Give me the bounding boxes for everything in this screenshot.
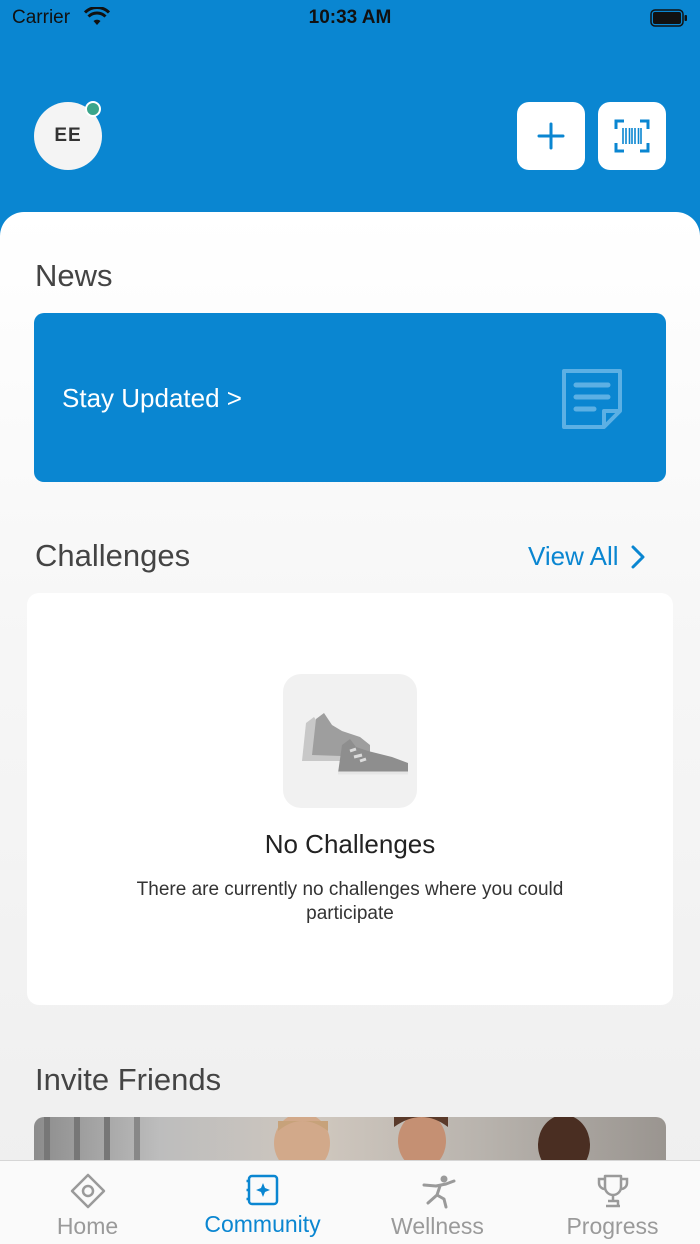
status-time: 10:33 AM: [308, 7, 392, 28]
barcode-scan-icon: [614, 119, 650, 153]
barcode-scan-button[interactable]: [598, 102, 666, 170]
tab-wellness-label: Wellness: [391, 1213, 484, 1239]
status-bar: Carrier 10:33 AM: [0, 0, 700, 36]
tab-wellness[interactable]: Wellness: [350, 1161, 525, 1244]
no-challenges-title: No Challenges: [264, 829, 436, 859]
bottom-tab-bar: Home Community Wellness Progress: [0, 1160, 700, 1244]
tab-home[interactable]: Home: [0, 1161, 175, 1244]
home-icon: [70, 1173, 105, 1209]
shoes-illustration: [283, 674, 417, 808]
trophy-icon: [597, 1174, 628, 1208]
invite-friends-title: Invite Friends: [35, 1062, 222, 1097]
news-card[interactable]: Stay Updated >: [34, 313, 666, 482]
tab-home-label: Home: [56, 1213, 119, 1239]
online-status-dot: [85, 101, 101, 117]
tab-community-label: Community: [204, 1211, 321, 1237]
tab-progress[interactable]: Progress: [525, 1161, 700, 1244]
app-header: Carrier 10:33 AM EE: [0, 0, 700, 240]
add-button[interactable]: [517, 102, 585, 170]
news-title: News: [35, 258, 113, 293]
news-document-icon: [562, 369, 622, 429]
view-all-link[interactable]: View All: [528, 541, 645, 572]
battery-icon: [650, 9, 687, 27]
challenges-empty-card: No Challenges There are currently no cha…: [27, 593, 673, 1005]
challenges-title: Challenges: [35, 538, 191, 573]
sneakers-icon: [302, 713, 408, 775]
tab-community[interactable]: Community: [175, 1161, 350, 1244]
wellness-icon: [422, 1175, 455, 1209]
community-icon: [246, 1174, 278, 1206]
no-challenges-description: There are currently no challenges where …: [136, 879, 564, 924]
view-all-label: View All: [528, 541, 619, 571]
tab-progress-label: Progress: [566, 1213, 659, 1239]
avatar-initials: EE: [54, 125, 82, 146]
plus-icon: [537, 122, 565, 150]
news-card-label: Stay Updated >: [62, 383, 242, 413]
chevron-right-icon: [631, 545, 645, 568]
